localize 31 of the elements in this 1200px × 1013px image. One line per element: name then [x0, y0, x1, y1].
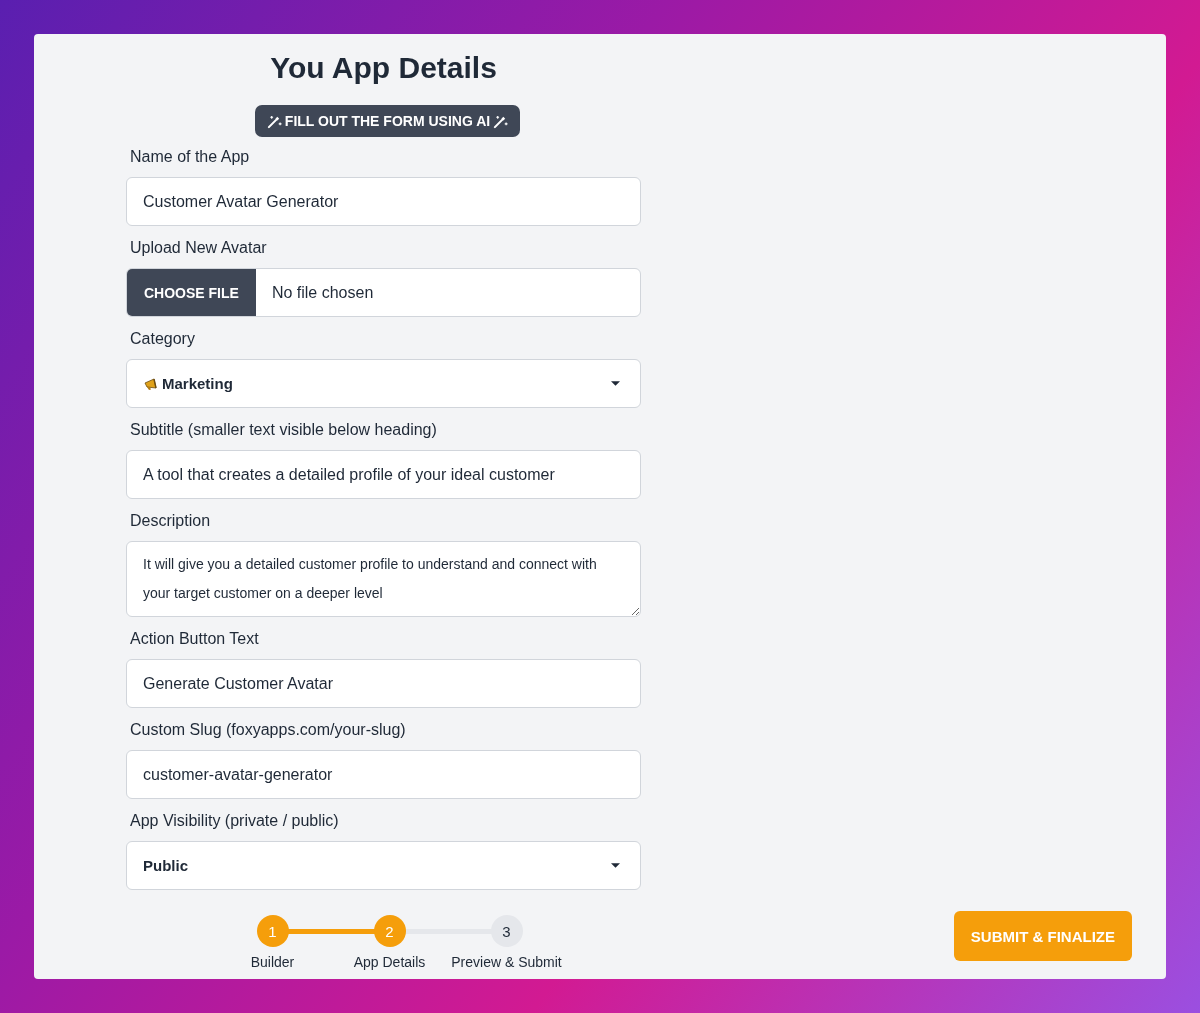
step-circle[interactable]: 3 [490, 915, 523, 947]
text-field[interactable]: Generate Customer Avatar [126, 659, 641, 708]
field-label: Subtitle (smaller text visible below heading) [129, 420, 438, 440]
file-status: No file chosen [270, 283, 374, 302]
dropdown-field[interactable]: Marketing [126, 359, 641, 408]
field-label: Upload New Avatar [129, 238, 268, 258]
step-label: Builder [250, 954, 295, 970]
step-label: Preview & Submit [451, 954, 562, 970]
dropdown-value: Public [143, 857, 189, 874]
choose-file-button[interactable]: CHOOSE FILE [127, 269, 256, 316]
dropdown-value: Marketing [162, 375, 234, 392]
text-field[interactable]: A tool that creates a detailed profile of your ideal customer [126, 450, 641, 499]
field-label: Custom Slug (foxyapps.com/your-slug) [129, 720, 407, 740]
field-label: Action Button Text [129, 629, 260, 649]
megaphone-icon [143, 375, 159, 392]
field-label: Category [129, 329, 196, 349]
text-field[interactable]: customer-avatar-generator [126, 750, 641, 799]
page-title: You App Details [270, 50, 497, 86]
text-field[interactable]: Customer Avatar Generator [126, 177, 641, 226]
ai-fill-button[interactable]: FILL OUT THE FORM USING AI [254, 105, 521, 137]
field-label: Description [129, 511, 212, 531]
caret-icon [611, 863, 620, 868]
step-label: App Details [353, 954, 426, 970]
field-label: Name of the App [129, 147, 251, 167]
description-field[interactable]: It will give you a detailed customer profile to understand and connect with your target customer on a deeper level [126, 541, 641, 617]
magic-wand-icon [266, 113, 282, 129]
magic-wand-icon [493, 113, 509, 129]
dropdown-field[interactable]: Public [126, 841, 641, 890]
field-label: App Visibility (private / public) [129, 811, 340, 831]
file-upload-field[interactable]: CHOOSE FILE No file chosen [126, 268, 641, 317]
caret-icon [611, 381, 620, 386]
